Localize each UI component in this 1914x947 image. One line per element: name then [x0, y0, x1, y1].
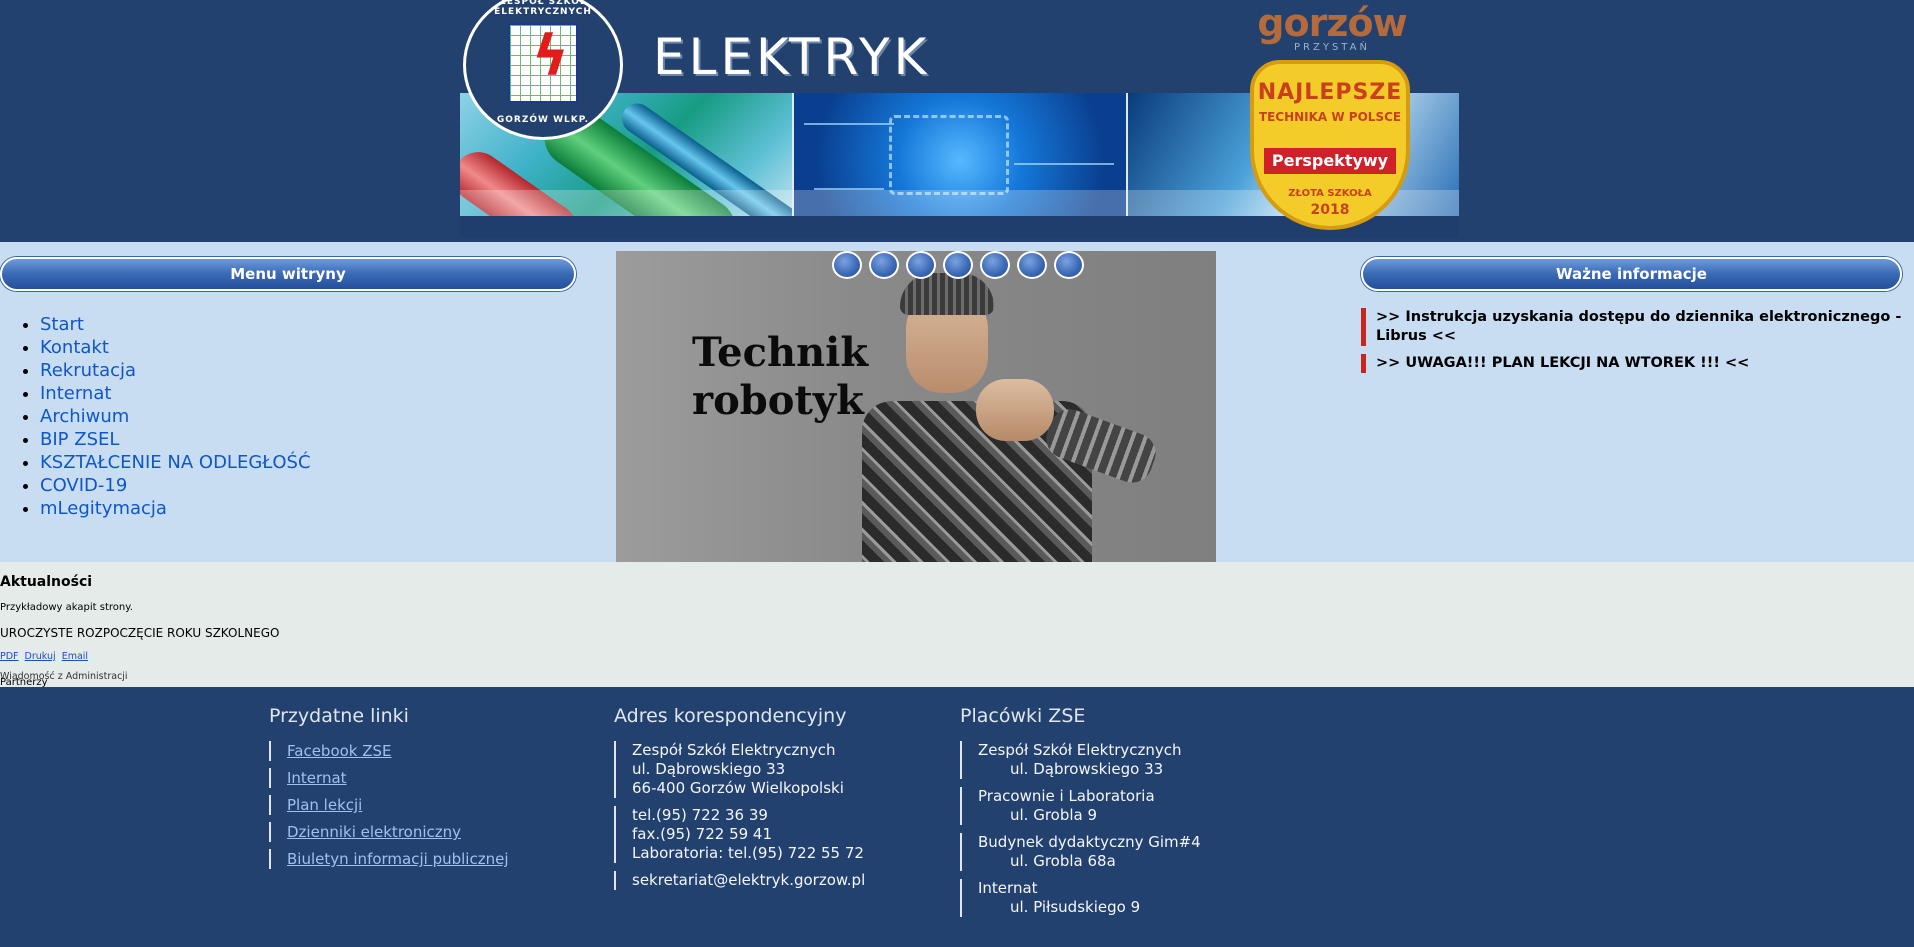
footer-address-title: Adres korespondencyjny: [614, 705, 847, 727]
email-block: sekretariat@elektryk.gorzow.pl: [614, 871, 865, 890]
menu-link-start[interactable]: Start: [40, 314, 84, 335]
footer-branches-title: Placówki ZSE: [960, 705, 1086, 727]
info-list: >> Instrukcja uzyskania dostępu do dzien…: [1361, 308, 1902, 373]
footer-link-internat[interactable]: Internat: [287, 769, 347, 787]
award-badge: NAJLEPSZE TECHNIKA W POLSCE Perspektywy …: [1250, 60, 1410, 230]
footer-links-title: Przydatne linki: [269, 705, 409, 727]
site-footer: Przydatne linki Facebook ZSE Internat Pl…: [0, 687, 1914, 947]
robot-photo: [856, 271, 1186, 562]
slide-dot-6[interactable]: [1017, 251, 1047, 279]
info-header: Ważne informacje: [1361, 257, 1902, 291]
menu-item: BIP ZSEL: [40, 428, 576, 451]
menu-item: COVID-19: [40, 474, 576, 497]
seal-text-bottom: GORZÓW WLKP.: [496, 115, 590, 125]
slide-dot-4[interactable]: [943, 251, 973, 279]
partners-label: Partnerzy: [0, 677, 48, 687]
branch-item: Internat ul. Piłsudskiego 9: [960, 879, 1201, 917]
footer-link-plan[interactable]: Plan lekcji: [287, 796, 362, 814]
footer-branches-column: Placówki ZSE Zespół Szkół Elektrycznych …: [960, 705, 1201, 925]
lightning-bolt-icon: ϟ: [508, 23, 578, 103]
menu-link-bip[interactable]: BIP ZSEL: [40, 429, 119, 450]
footer-link-bip[interactable]: Biuletyn informacji publicznej: [287, 850, 509, 868]
footer-links-column: Przydatne linki Facebook ZSE Internat Pl…: [269, 705, 509, 876]
slide-dot-1[interactable]: [832, 251, 862, 279]
menu-link-archiwum[interactable]: Archiwum: [40, 406, 129, 427]
slide-dot-2[interactable]: [869, 251, 899, 279]
print-link[interactable]: Drukuj: [25, 651, 56, 662]
news-title: Aktualności: [0, 574, 93, 590]
email-link[interactable]: Email: [62, 651, 88, 662]
menu-list: Start Kontakt Rekrutacja Internat Archiw…: [0, 313, 576, 520]
important-info: Ważne informacje >> Instrukcja uzyskania…: [1361, 257, 1902, 381]
phone-block: tel.(95) 722 36 39 fax.(95) 722 59 41 La…: [614, 806, 865, 863]
site-header: ZESPÓŁ SZKÓŁ ELEKTRYCZNYCH ϟ GORZÓW WLKP…: [0, 0, 1914, 242]
city-logo: gorzów PRZYSTAŃ: [1257, 1, 1407, 53]
menu-link-rekrutacja[interactable]: Rekrutacja: [40, 360, 136, 381]
address-block: Zespół Szkół Elektrycznych ul. Dąbrowski…: [614, 741, 865, 798]
menu-item: Internat: [40, 382, 576, 405]
news-section: Aktualności Przykładowy akapit strony. U…: [0, 562, 1914, 687]
info-item-lesson-plan[interactable]: >> UWAGA!!! PLAN LEKCJI NA WTOREK !!! <<: [1361, 354, 1902, 373]
news-sample-paragraph: Przykładowy akapit strony.: [0, 602, 133, 613]
site-menu: Menu witryny Start Kontakt Rekrutacja In…: [0, 257, 576, 520]
menu-item: mLegitymacja: [40, 497, 576, 520]
school-seal-logo: ZESPÓŁ SZKÓŁ ELEKTRYCZNYCH ϟ GORZÓW WLKP…: [463, 0, 623, 140]
pdf-link[interactable]: PDF: [0, 651, 19, 662]
seal-text-top: ZESPÓŁ SZKÓŁ ELEKTRYCZNYCH: [494, 0, 592, 17]
branch-item: Pracownie i Laboratoria ul. Grobla 9: [960, 787, 1201, 825]
footer-address-column: Adres korespondencyjny Zespół Szkół Elek…: [614, 705, 865, 898]
menu-item: Archiwum: [40, 405, 576, 428]
menu-header: Menu witryny: [0, 257, 576, 291]
footer-link-dzienniki[interactable]: Dzienniki elektroniczny: [287, 823, 461, 841]
menu-link-distance-learning[interactable]: KSZTAŁCENIE NA ODLEGŁOŚĆ: [40, 452, 311, 473]
slide-dot-7[interactable]: [1054, 251, 1084, 279]
main-content: Menu witryny Start Kontakt Rekrutacja In…: [0, 242, 1914, 562]
menu-link-mlegitymacja[interactable]: mLegitymacja: [40, 498, 167, 519]
slide-dot-5[interactable]: [980, 251, 1010, 279]
menu-link-kontakt[interactable]: Kontakt: [40, 337, 109, 358]
branch-item: Budynek dydaktyczny Gim#4 ul. Grobla 68a: [960, 833, 1201, 871]
menu-item: Kontakt: [40, 336, 576, 359]
site-title: ELEKTRYK: [653, 28, 931, 86]
menu-link-internat[interactable]: Internat: [40, 383, 111, 404]
menu-item: Start: [40, 313, 576, 336]
menu-link-covid[interactable]: COVID-19: [40, 475, 127, 496]
slider-caption: Technik robotyk: [692, 329, 869, 424]
header-banner: ZESPÓŁ SZKÓŁ ELEKTRYCZNYCH ϟ GORZÓW WLKP…: [460, 0, 1459, 238]
image-slider: Technik robotyk: [616, 251, 1216, 562]
slide-dot-3[interactable]: [906, 251, 936, 279]
slider-pagination: [832, 251, 1084, 279]
branch-item: Zespół Szkół Elektrycznych ul. Dąbrowski…: [960, 741, 1201, 779]
footer-link-facebook[interactable]: Facebook ZSE: [287, 742, 392, 760]
menu-item: KSZTAŁCENIE NA ODLEGŁOŚĆ: [40, 451, 576, 474]
info-item-librus[interactable]: >> Instrukcja uzyskania dostępu do dzien…: [1361, 308, 1902, 346]
news-actions: PDF Drukuj Email: [0, 651, 91, 662]
menu-item: Rekrutacja: [40, 359, 576, 382]
news-headline: UROCZYSTE ROZPOCZĘCIE ROKU SZKOLNEGO: [0, 626, 280, 640]
